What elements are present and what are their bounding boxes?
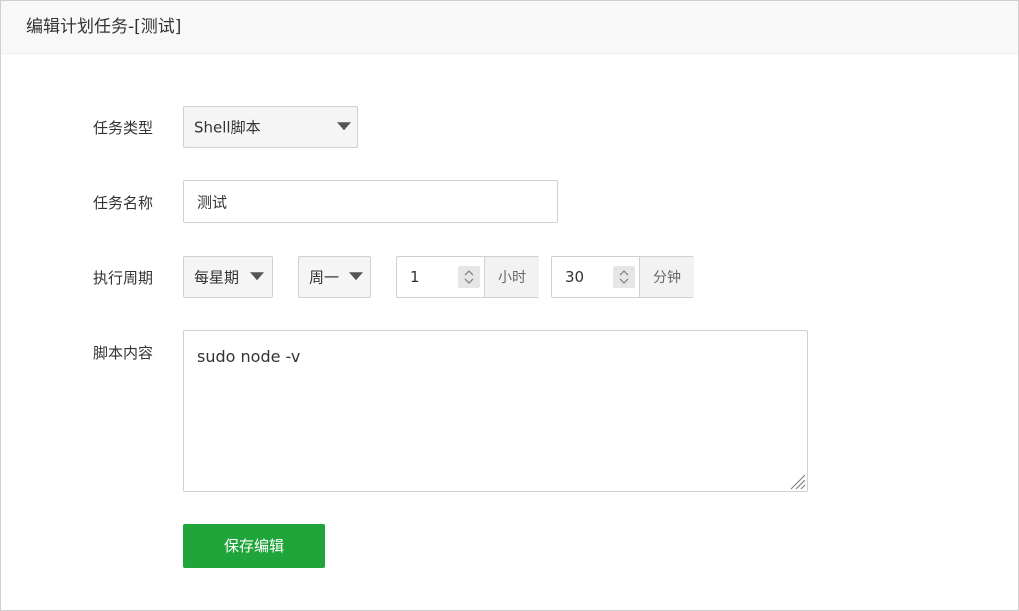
resize-grip-icon[interactable] bbox=[788, 472, 806, 490]
hour-unit-label: 小时 bbox=[498, 270, 526, 286]
frequency-value: 每星期 bbox=[194, 268, 240, 287]
hour-input-group: 1 小时 bbox=[396, 256, 539, 298]
schedule-label: 执行周期 bbox=[93, 269, 154, 287]
task-name-input[interactable]: 测试 bbox=[183, 180, 558, 223]
minute-input[interactable]: 30 bbox=[565, 268, 584, 286]
weekday-value: 周一 bbox=[309, 268, 340, 287]
up-down-arrows-icon[interactable] bbox=[458, 266, 480, 288]
task-name-label: 任务名称 bbox=[93, 194, 154, 212]
minute-unit-addon: 分钟 bbox=[639, 257, 694, 297]
dialog-title-bar[interactable]: 编辑计划任务-[测试] bbox=[1, 1, 1018, 54]
save-edit-button[interactable]: 保存编辑 bbox=[183, 524, 325, 568]
minute-input-group: 30 分钟 bbox=[551, 256, 694, 298]
frequency-select[interactable]: 每星期 bbox=[183, 256, 273, 298]
edit-task-dialog: 编辑计划任务-[测试] 任务类型 Shell脚本 任务名称 测试 执行周期 每星… bbox=[0, 0, 1019, 611]
minute-unit-label: 分钟 bbox=[653, 270, 681, 286]
task-type-select[interactable]: Shell脚本 bbox=[183, 106, 358, 148]
caret-down-icon bbox=[349, 272, 363, 281]
task-name-value: 测试 bbox=[197, 193, 228, 211]
hour-unit-addon: 小时 bbox=[484, 257, 539, 297]
hour-input[interactable]: 1 bbox=[410, 268, 420, 286]
dialog-title: 编辑计划任务-[测试] bbox=[26, 17, 182, 37]
script-label: 脚本内容 bbox=[93, 344, 154, 362]
task-type-value: Shell脚本 bbox=[194, 118, 261, 137]
weekday-select[interactable]: 周一 bbox=[298, 256, 371, 298]
script-content: sudo node -v bbox=[197, 347, 301, 366]
caret-down-icon bbox=[250, 272, 264, 281]
script-textarea[interactable]: sudo node -v bbox=[183, 330, 808, 492]
up-down-arrows-icon[interactable] bbox=[613, 266, 635, 288]
caret-down-icon bbox=[337, 122, 351, 131]
task-type-label: 任务类型 bbox=[93, 119, 154, 137]
